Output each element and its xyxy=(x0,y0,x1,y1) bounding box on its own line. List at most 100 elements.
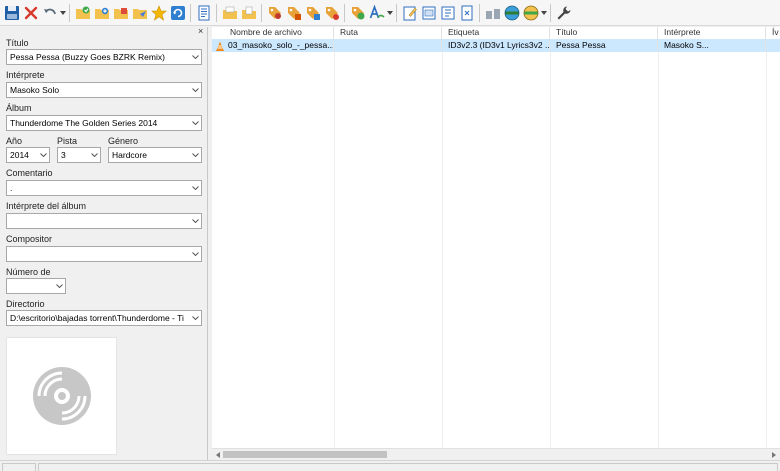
directory-combobox[interactable]: D:\escritorio\bajadas torrent\Thunderdom… xyxy=(6,310,202,326)
filename-text: 03_masoko_solo_-_pessa... xyxy=(228,40,334,50)
delete-tag-button[interactable] xyxy=(21,2,40,24)
scroll-right-button[interactable] xyxy=(768,449,780,460)
title-dropdown-button[interactable] xyxy=(189,50,201,64)
export-button[interactable] xyxy=(419,2,438,24)
cd-placeholder-icon xyxy=(32,367,91,425)
web-sources-dropdown-arrow[interactable] xyxy=(540,2,547,24)
chevron-down-icon xyxy=(39,153,47,157)
web-source-icon xyxy=(504,5,519,20)
toolbar-separator xyxy=(396,3,397,22)
add-directory-button[interactable] xyxy=(92,2,111,24)
open-directory-button[interactable] xyxy=(73,2,92,24)
list-export-icon xyxy=(441,6,454,19)
year-dropdown-button[interactable] xyxy=(37,148,49,162)
album-artist-dropdown-button[interactable] xyxy=(189,214,201,228)
column-divider xyxy=(442,52,443,448)
tag-rename-icon xyxy=(306,6,320,20)
track-dropdown-button[interactable] xyxy=(88,148,100,162)
folder-tag-icon xyxy=(222,6,237,19)
save-button[interactable] xyxy=(2,2,21,24)
tag-converter-button[interactable] xyxy=(265,2,284,24)
year-value: 2014 xyxy=(10,150,29,160)
chevron-down-icon xyxy=(386,10,393,15)
refresh-icon xyxy=(170,5,185,20)
genre-dropdown-button[interactable] xyxy=(189,148,201,162)
genre-combobox[interactable]: Hardcore xyxy=(108,147,202,163)
undo-dropdown-arrow[interactable] xyxy=(59,2,66,24)
cell-tag: ID3v2.3 (ID3v1 Lyrics3v2 ... xyxy=(442,39,550,52)
tag-from-filename-button[interactable] xyxy=(220,2,239,24)
year-label: Año xyxy=(6,136,23,146)
discogs-button[interactable] xyxy=(502,2,521,24)
album-combobox[interactable]: Thunderdome The Golden Series 2014 xyxy=(6,115,202,131)
favorite-button[interactable] xyxy=(149,2,168,24)
cell-title: Pessa Pessa xyxy=(550,39,658,52)
table-row[interactable]: 03_masoko_solo_-_pessa... ID3v2.3 (ID3v1… xyxy=(212,39,780,52)
chevron-down-icon xyxy=(191,153,199,157)
save-icon xyxy=(4,5,19,20)
case-conversion-dropdown-arrow[interactable] xyxy=(386,2,393,24)
wrench-icon xyxy=(557,6,570,19)
tag-panel-button[interactable] xyxy=(194,2,213,24)
undo-button[interactable] xyxy=(40,2,59,24)
composer-dropdown-button[interactable] xyxy=(189,247,201,261)
file-list-header: Nombre de archivo Ruta Etiqueta Título I… xyxy=(212,27,780,39)
column-header-title[interactable]: Título xyxy=(550,27,658,39)
online-database-button[interactable] xyxy=(483,2,502,24)
filename-from-tag-button[interactable] xyxy=(239,2,258,24)
title-combobox[interactable]: Pessa Pessa (Buzzy Goes BZRK Remix) xyxy=(6,49,202,65)
tag-convert-icon xyxy=(325,6,339,20)
year-combobox[interactable]: 2014 xyxy=(6,147,50,163)
scrollbar-thumb[interactable] xyxy=(223,451,387,458)
album-artist-combobox[interactable] xyxy=(6,213,202,229)
cell-artist: Masoko S... xyxy=(658,39,766,52)
web-sources-button[interactable] xyxy=(521,2,540,24)
column-divider xyxy=(766,52,767,448)
directory-dropdown-button[interactable] xyxy=(189,311,201,325)
cell-album xyxy=(766,39,780,52)
column-header-album[interactable]: Ív xyxy=(766,27,780,39)
composer-combobox[interactable] xyxy=(6,246,202,262)
playlist-button[interactable] xyxy=(111,2,130,24)
globe-icon xyxy=(523,5,538,20)
auto-numbering-button[interactable] xyxy=(348,2,367,24)
album-value: Thunderdome The Golden Series 2014 xyxy=(10,118,158,128)
disc-number-label: Número de xyxy=(6,267,51,277)
track-combobox[interactable]: 3 xyxy=(57,147,101,163)
options-button[interactable] xyxy=(554,2,573,24)
column-header-artist[interactable]: Intérprete xyxy=(658,27,766,39)
filename-filename-button[interactable] xyxy=(303,2,322,24)
disc-number-combobox[interactable] xyxy=(6,278,66,294)
album-dropdown-button[interactable] xyxy=(189,116,201,130)
artist-dropdown-button[interactable] xyxy=(189,83,201,97)
toolbar-separator xyxy=(479,3,480,22)
tag-sources-icon xyxy=(268,6,281,19)
album-label: Álbum xyxy=(6,103,32,113)
tag-tag-button[interactable] xyxy=(322,2,341,24)
artist-combobox[interactable]: Masoko Solo xyxy=(6,82,202,98)
send-to-button[interactable] xyxy=(130,2,149,24)
text-file-export-button[interactable] xyxy=(457,2,476,24)
column-divider xyxy=(334,52,335,448)
playlist-export-button[interactable] xyxy=(438,2,457,24)
comment-dropdown-button[interactable] xyxy=(189,181,201,195)
column-divider xyxy=(550,52,551,448)
toolbar-separator xyxy=(550,3,551,22)
panel-close-icon[interactable]: × xyxy=(198,26,203,36)
edit-extended-tags-button[interactable] xyxy=(400,2,419,24)
column-header-filename[interactable]: Nombre de archivo xyxy=(212,27,334,39)
tag-panel-icon xyxy=(198,5,209,20)
file-list[interactable]: Nombre de archivo Ruta Etiqueta Título I… xyxy=(212,27,780,448)
toolbar-separator xyxy=(69,3,70,22)
case-conversion-button[interactable] xyxy=(367,2,386,24)
playlist-icon xyxy=(113,7,128,19)
cover-art-box[interactable] xyxy=(6,337,117,455)
column-header-path[interactable]: Ruta xyxy=(334,27,442,39)
comment-combobox[interactable]: . xyxy=(6,180,202,196)
refresh-button[interactable] xyxy=(168,2,187,24)
disc-number-dropdown-button[interactable] xyxy=(53,279,65,293)
numbering-icon xyxy=(351,6,364,19)
tag-sources-button[interactable] xyxy=(284,2,303,24)
horizontal-scrollbar[interactable] xyxy=(212,448,780,460)
column-header-tag[interactable]: Etiqueta xyxy=(442,27,550,39)
